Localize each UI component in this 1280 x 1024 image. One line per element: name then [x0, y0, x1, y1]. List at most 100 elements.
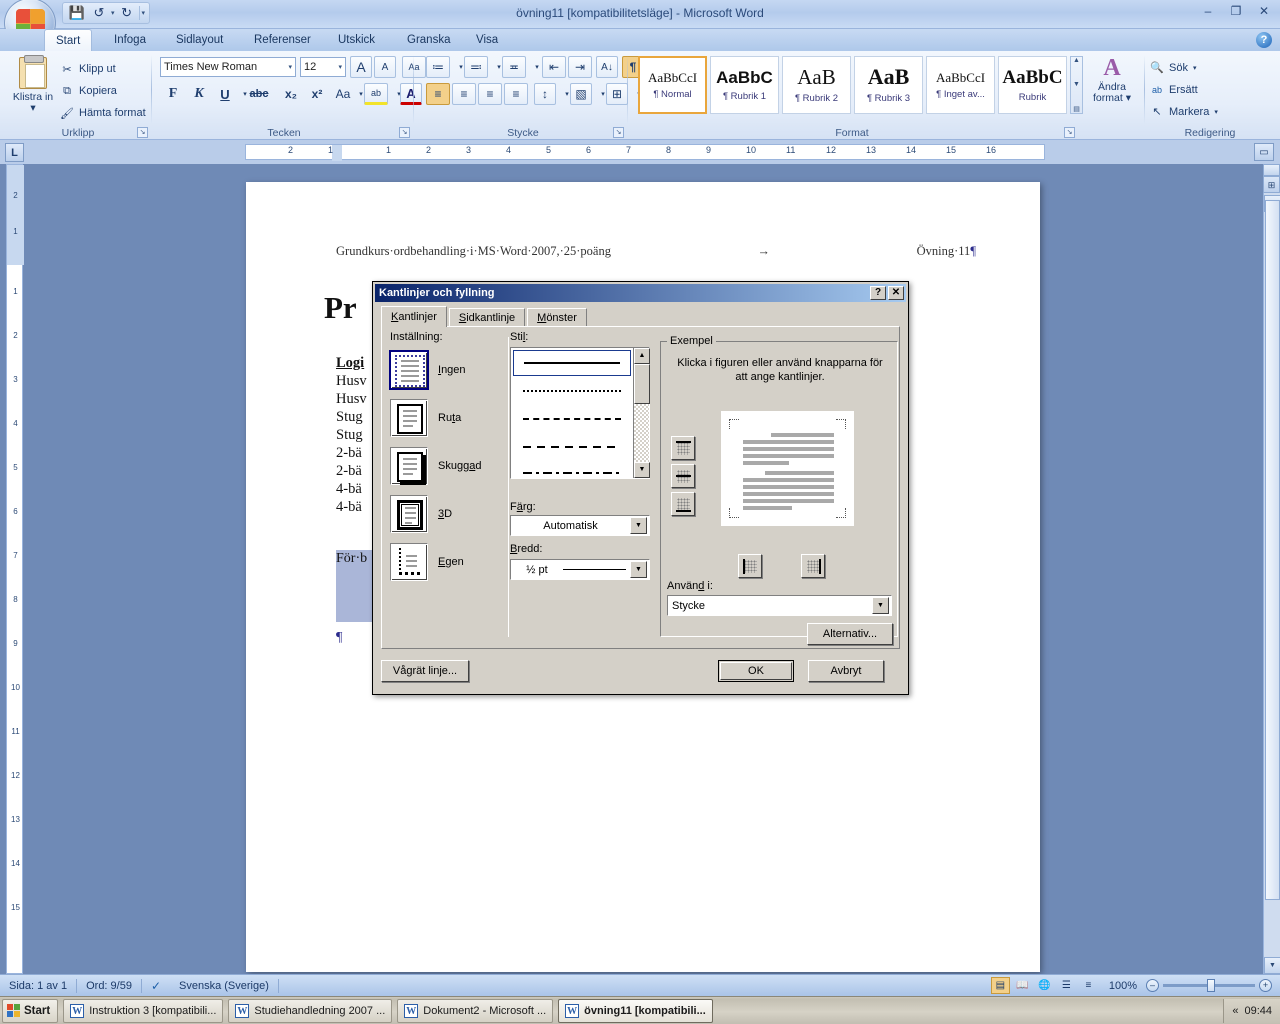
view-ruler-button[interactable]: ▭ [1254, 143, 1274, 161]
tab-granska[interactable]: Granska [396, 29, 461, 51]
format-dialog-launcher-icon[interactable]: ↘ [1064, 127, 1075, 138]
tecken-dialog-launcher-icon[interactable]: ↘ [399, 127, 410, 138]
style-normal[interactable]: AaBbCcI ¶ Normal [638, 56, 707, 114]
print-layout-view-button[interactable]: ▤ [990, 977, 1010, 994]
tab-stop-selector[interactable]: L [5, 143, 24, 162]
increase-indent-button[interactable]: ⇥ [568, 56, 592, 78]
text-highlight-button[interactable]: ab [364, 83, 388, 105]
help-icon[interactable]: ? [1256, 32, 1272, 48]
full-screen-reading-view-button[interactable]: 📖 [1013, 977, 1032, 994]
options-button[interactable]: Alternativ... [807, 623, 893, 645]
style-list-scrollbar[interactable]: ▲ ▼ [633, 348, 650, 478]
borders-button[interactable]: ⊞ [606, 83, 628, 105]
styles-more-icon[interactable]: ▤ [1073, 105, 1080, 113]
style-option-dotted[interactable] [513, 378, 631, 404]
superscript-button[interactable]: x² [306, 83, 328, 105]
horizontal-ruler[interactable]: 2 1 1 2 3 4 5 6 7 8 9 10 11 12 13 14 15 … [245, 144, 1045, 161]
font-name-combo[interactable]: Times New Roman ▾ [160, 57, 296, 77]
setting-option-ruta[interactable]: Ruta [390, 395, 461, 441]
left-border-button[interactable] [738, 554, 762, 578]
numbering-button[interactable]: ≕ [464, 56, 488, 78]
scroll-down-button[interactable]: ▼ [1264, 957, 1280, 974]
styles-scroll-down-icon[interactable]: ▼ [1073, 81, 1080, 88]
dialog-help-button[interactable]: ? [870, 286, 886, 300]
style-scroll-up-icon[interactable]: ▲ [634, 348, 650, 364]
right-border-button[interactable] [801, 554, 825, 578]
border-color-combo[interactable]: Automatisk ▼ [510, 515, 650, 536]
dialog-tab-kantlinjer[interactable]: Kantlinjer [381, 306, 447, 327]
chevron-down-icon[interactable]: ▾ [338, 63, 342, 71]
style-rubrik-3[interactable]: AaB ¶ Rubrik 3 [854, 56, 923, 114]
styles-scrollbar[interactable]: ▲ ▼ ▤ [1070, 56, 1083, 114]
border-width-combo[interactable]: ½ pt ▼ [510, 559, 650, 580]
cut-button[interactable]: ✂ Klipp ut [60, 59, 115, 79]
setting-option-ingen[interactable]: Ingen [389, 347, 466, 393]
apply-to-combo[interactable]: Stycke ▼ [667, 595, 892, 616]
style-option-dashed-small[interactable] [513, 406, 631, 432]
subscript-button[interactable]: x₂ [280, 83, 302, 105]
split-window-handle[interactable] [1263, 164, 1280, 176]
zoom-track[interactable] [1163, 979, 1255, 992]
dialog-tab-monster[interactable]: Mönster [527, 308, 587, 327]
paste-button[interactable]: Klistra in ▾ [10, 55, 56, 121]
align-left-button[interactable]: ≡ [426, 83, 450, 105]
clock[interactable]: 09:44 [1244, 1005, 1272, 1017]
multilevel-list-button[interactable]: ≖ [502, 56, 526, 78]
grow-font-button[interactable]: A [350, 56, 372, 78]
word-count[interactable]: Ord: 9/59 [77, 975, 141, 997]
maximize-button[interactable]: ❐ [1226, 3, 1246, 19]
style-scroll-track[interactable] [634, 404, 649, 462]
web-layout-view-button[interactable]: 🌐 [1035, 977, 1054, 994]
outline-view-button[interactable]: ☰ [1057, 977, 1076, 994]
horizontal-line-button[interactable]: Vågrät linje... [381, 660, 469, 682]
style-option-dash-dot[interactable] [513, 460, 631, 486]
left-indent-marker[interactable] [332, 145, 342, 161]
vertical-scrollbar[interactable]: ⊞ ▲ ▼ [1263, 164, 1280, 974]
decrease-indent-button[interactable]: ⇤ [542, 56, 566, 78]
style-option-dashed-large[interactable] [513, 434, 631, 460]
find-caret-icon[interactable]: ▾ [1193, 64, 1197, 72]
chevron-down-icon[interactable]: ▾ [288, 63, 292, 71]
tab-sidlayout[interactable]: Sidlayout [165, 29, 234, 51]
tab-utskick[interactable]: Utskick [327, 29, 386, 51]
strikethrough-button[interactable]: abc [248, 83, 270, 105]
proofing-status-icon[interactable]: ✓ [142, 975, 170, 997]
setting-option-egen[interactable]: Egen [390, 539, 464, 585]
tab-start[interactable]: Start [44, 29, 93, 51]
copy-button[interactable]: ⧉ Kopiera [60, 81, 117, 101]
zoom-slider[interactable]: – + [1146, 979, 1272, 992]
sort-button[interactable]: A↓ [596, 56, 618, 78]
draft-view-button[interactable]: ≡ [1079, 977, 1098, 994]
replace-button[interactable]: ab Ersätt [1150, 79, 1198, 100]
start-button[interactable]: Start [2, 998, 59, 1023]
zoom-thumb[interactable] [1207, 979, 1215, 992]
taskbar-item-dokument2[interactable]: W Dokument2 - Microsoft ... [397, 998, 554, 1023]
bottom-border-button[interactable] [671, 492, 695, 516]
browse-object-button[interactable]: ⊞ [1263, 176, 1280, 193]
scrollbar-thumb[interactable] [1265, 200, 1280, 900]
top-border-button[interactable] [671, 436, 695, 460]
styles-scroll-up-icon[interactable]: ▲ [1073, 57, 1080, 64]
bold-button[interactable]: F [162, 83, 184, 105]
stycke-dialog-launcher-icon[interactable]: ↘ [613, 127, 624, 138]
find-button[interactable]: 🔍 Sök ▾ [1150, 57, 1196, 78]
style-inget-av[interactable]: AaBbCcI ¶ Inget av... [926, 56, 995, 114]
zoom-level-label[interactable]: 100% [1109, 980, 1137, 992]
dialog-close-button[interactable]: ✕ [888, 286, 904, 300]
border-style-list[interactable]: ▲ ▼ [510, 347, 650, 479]
style-rubrik-2[interactable]: AaB ¶ Rubrik 2 [782, 56, 851, 114]
shading-button[interactable]: ▧ [570, 83, 592, 105]
bullets-button[interactable]: ≔ [426, 56, 450, 78]
zoom-out-button[interactable]: – [1146, 979, 1159, 992]
tray-expand-icon[interactable]: « [1232, 1005, 1238, 1017]
horizontal-inside-border-button[interactable] [671, 464, 695, 488]
format-painter-button[interactable]: 🖌 Hämta format [60, 103, 146, 123]
taskbar-item-studiehandledning[interactable]: W Studiehandledning 2007 ... [228, 998, 393, 1023]
tab-infoga[interactable]: Infoga [103, 29, 157, 51]
close-button[interactable]: ✕ [1254, 3, 1274, 19]
setting-option-skuggad[interactable]: Skuggad [390, 443, 481, 489]
tab-visa[interactable]: Visa [465, 29, 509, 51]
style-rubrik-1[interactable]: AaBbC ¶ Rubrik 1 [710, 56, 779, 114]
dialog-tab-sidkantlinje[interactable]: Sidkantlinje [448, 308, 526, 327]
align-right-button[interactable]: ≡ [478, 83, 502, 105]
